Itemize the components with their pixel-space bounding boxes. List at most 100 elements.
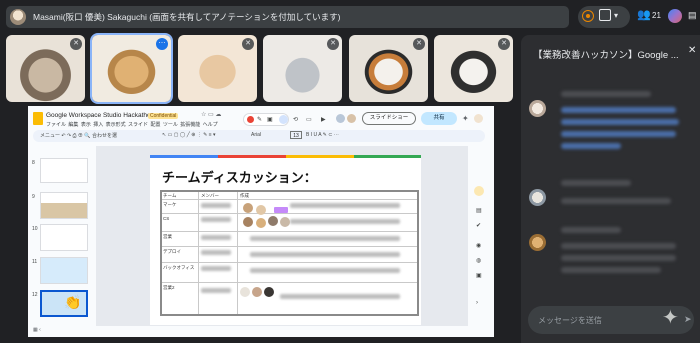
table-cell (250, 268, 400, 273)
slide-thumbnail[interactable] (40, 257, 88, 284)
mic-off-icon: ✕ (498, 38, 510, 50)
slide-thumbnail[interactable] (40, 224, 88, 251)
contacts-icon[interactable]: ◍ (476, 257, 481, 264)
font-selector[interactable]: Arial (251, 132, 261, 138)
message-sender (561, 180, 631, 186)
table-cell (290, 219, 400, 224)
menu-item[interactable]: ファイル (46, 122, 66, 128)
menu-item[interactable]: スライド (128, 122, 148, 128)
pen-icon[interactable]: ✎ (257, 116, 262, 123)
menu-item[interactable]: 表示 (81, 122, 91, 128)
notes-icon[interactable]: ▤ (476, 207, 482, 214)
menu-bar[interactable]: ファイル 編集 表示 挿入 表示形式 スライド 配置 ツール 拡張機能 ヘルプ (46, 121, 218, 128)
menu-item[interactable]: ツール (163, 122, 178, 128)
table-row-label: バックオフィス (163, 265, 195, 270)
table-row-label: CS (163, 216, 170, 221)
video-tile-golden-puppy[interactable]: ⋯ (92, 35, 171, 102)
message-text (561, 267, 661, 273)
calendar-icon[interactable]: ▣ (476, 272, 482, 279)
table-cell (290, 203, 400, 208)
sticker-image (243, 217, 253, 227)
sticker-image (264, 287, 274, 297)
color-bar (286, 155, 354, 158)
avatar (336, 114, 345, 123)
sticker-image (256, 205, 266, 215)
menu-item[interactable]: 拡張機能 (180, 122, 200, 128)
menu-item[interactable]: 編集 (68, 122, 78, 128)
maps-icon[interactable]: ◉ (476, 242, 481, 249)
mic-off-icon: ✕ (242, 38, 254, 50)
grid-view-icon[interactable]: ▦ ‹ (33, 327, 41, 333)
message-link[interactable] (561, 107, 676, 113)
chevron-right-icon[interactable]: › (476, 300, 478, 306)
close-icon[interactable]: ✕ (688, 45, 696, 56)
document-title[interactable]: Google Workspace Studio Hackathon (46, 112, 154, 119)
tray-icon[interactable]: ▤ (688, 10, 698, 20)
slideshow-button[interactable]: スライドショー (362, 112, 416, 125)
slide-thumbnail[interactable] (40, 192, 88, 219)
avatar (529, 234, 546, 251)
table-row-label: 営業 (163, 234, 172, 239)
chat-panel-title: 【業務改善ハッカソン】Google ... (533, 50, 679, 61)
slide-heading: チームディスカッション： (162, 170, 317, 185)
bold-icon[interactable]: B I U A ✎ ⊂ ⋯ (306, 132, 339, 138)
sticker-image (280, 217, 290, 227)
mic-off-icon: ✕ (327, 38, 339, 50)
people-icon[interactable]: 👥 (637, 8, 651, 22)
share-button[interactable]: 共有 (421, 112, 457, 125)
avatar (529, 189, 546, 206)
select-icon[interactable]: ↖ ▭ ▢ ◯ ╱ ⊕ ⋮ ✎ ≡ ▾ (162, 132, 216, 138)
task-icon[interactable]: ✔ (476, 222, 481, 229)
sticker-image (252, 287, 262, 297)
table-divider (162, 199, 417, 200)
table-divider (162, 246, 417, 247)
video-tile-hamster[interactable]: ✕ (178, 35, 257, 102)
share-screen-icon[interactable] (599, 9, 611, 21)
star-icon[interactable]: ☆ ▭ ☁ (201, 111, 221, 118)
menu-item[interactable]: ヘルプ (203, 122, 218, 128)
table-cell (201, 217, 231, 222)
gemini-icon[interactable]: ✦ (462, 114, 469, 123)
message-link[interactable] (561, 131, 676, 137)
table-cell (201, 203, 231, 208)
message-sender (561, 227, 621, 233)
avatar (474, 114, 483, 123)
color-bar (218, 155, 286, 158)
slides-logo-icon (33, 112, 43, 125)
toolbar-tools[interactable]: メニュー ↶ ↷ ⎙ ⊕ 🔍 合わせを選 (40, 132, 117, 139)
color-bar (150, 155, 218, 158)
mic-off-icon: ✕ (70, 38, 82, 50)
avatar (529, 100, 546, 117)
video-tile-french-bulldog[interactable]: ✕ (434, 35, 513, 102)
table-cell (201, 250, 231, 255)
slide-number: 12 (32, 292, 38, 298)
slide-number: 10 (32, 226, 38, 232)
menu-item[interactable]: 挿入 (93, 122, 103, 128)
gemini-icon[interactable] (668, 9, 682, 23)
slide-thumbnail[interactable] (40, 158, 88, 183)
sparkle-icon[interactable]: ✦ (662, 308, 682, 328)
camera-icon[interactable]: ▣ (267, 116, 273, 123)
table-divider (162, 262, 417, 263)
history-icon[interactable]: ⟲ (293, 116, 298, 123)
video-tile-calico-kitten[interactable]: ✕ (349, 35, 428, 102)
video-tile-tabby-kitten[interactable]: ✕ (6, 35, 85, 102)
font-size-input[interactable]: 13 (290, 131, 302, 139)
explore-icon[interactable] (474, 186, 484, 196)
speaking-icon: ⋯ (156, 38, 168, 50)
chevron-down-icon[interactable]: ▾ (614, 9, 618, 23)
message-link[interactable] (561, 143, 621, 149)
message-link[interactable] (561, 119, 679, 125)
comment-icon[interactable]: ▭ (306, 116, 312, 123)
presenter-avatar (10, 9, 26, 25)
confidential-badge: Confidential (148, 113, 179, 119)
avatar (347, 114, 356, 123)
menu-item[interactable]: 表示形式 (106, 122, 126, 128)
clapping-hands-icon: 👏 (64, 294, 82, 310)
video-tile-bunny[interactable]: ✕ (263, 35, 342, 102)
message-text (561, 198, 671, 204)
menu-item[interactable]: 配置 (150, 122, 160, 128)
video-call-icon[interactable]: ▶ (321, 116, 326, 123)
table-cell (201, 288, 231, 293)
send-icon[interactable]: ➤ (684, 314, 692, 325)
